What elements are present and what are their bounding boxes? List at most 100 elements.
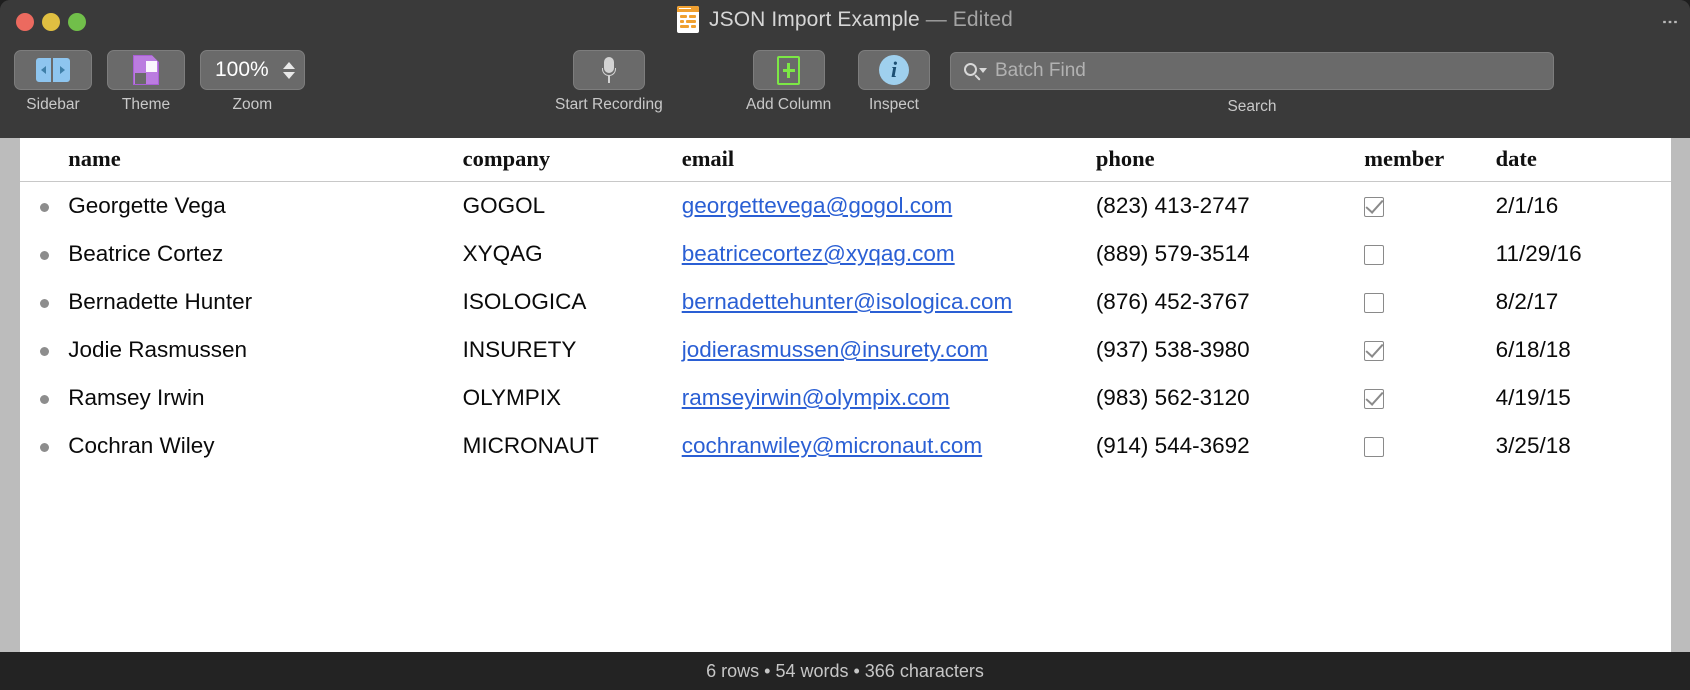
search-group: Batch Find Search <box>950 52 1554 90</box>
document-area: name company email phone member date Geo… <box>0 138 1690 652</box>
cell-phone-text: (889) 579-3514 <box>1096 241 1250 266</box>
statusbar: 6 rows • 54 words • 366 characters <box>0 652 1690 690</box>
cell-name[interactable]: Bernadette Hunter <box>68 278 462 326</box>
page-title: JSON Import Example — Edited <box>709 8 1013 32</box>
toolbar-inspect-group: i Inspect <box>858 50 930 114</box>
cell-name-text: Georgette Vega <box>68 193 226 218</box>
cell-phone[interactable]: (914) 544-3692 <box>1096 422 1364 470</box>
chevron-up-icon[interactable] <box>283 62 295 69</box>
row-bullet <box>20 182 68 231</box>
cell-date[interactable]: 2/1/16 <box>1496 182 1671 231</box>
sidebar-button[interactable] <box>14 50 92 90</box>
cell-member[interactable] <box>1364 230 1495 278</box>
cell-company-text: XYQAG <box>463 241 543 266</box>
table-header-row: name company email phone member date <box>20 138 1671 182</box>
theme-button[interactable] <box>107 50 185 90</box>
cell-email[interactable]: bernadettehunter@isologica.com <box>682 278 1096 326</box>
cell-phone[interactable]: (983) 562-3120 <box>1096 374 1364 422</box>
cell-company[interactable]: MICRONAUT <box>463 422 682 470</box>
cell-name-text: Bernadette Hunter <box>68 289 252 314</box>
close-window-button[interactable] <box>16 13 34 31</box>
table-row[interactable]: Georgette Vega GOGOL georgettevega@gogol.c… <box>20 182 1671 231</box>
search-field[interactable]: Batch Find <box>950 52 1554 90</box>
table-sheet[interactable]: name company email phone member date Geo… <box>20 138 1671 652</box>
cell-email-text[interactable]: ramseyirwin@olympix.com <box>682 385 950 410</box>
cell-date[interactable]: 3/25/18 <box>1496 422 1671 470</box>
column-header-email[interactable]: email <box>682 138 1096 182</box>
cell-phone[interactable]: (823) 413-2747 <box>1096 182 1364 231</box>
checkbox-unchecked-icon[interactable] <box>1364 437 1384 457</box>
search-icon[interactable] <box>963 62 987 80</box>
cell-phone[interactable]: (937) 538-3980 <box>1096 326 1364 374</box>
cell-phone[interactable]: (889) 579-3514 <box>1096 230 1364 278</box>
zoom-stepper[interactable]: 100% <box>200 50 305 90</box>
cell-email[interactable]: jodierasmussen@insurety.com <box>682 326 1096 374</box>
checkbox-checked-icon[interactable] <box>1364 197 1384 217</box>
search-input-placeholder[interactable]: Batch Find <box>995 60 1086 82</box>
cell-email-text[interactable]: cochranwiley@micronaut.com <box>682 433 982 458</box>
column-header-date[interactable]: date <box>1496 138 1671 182</box>
inspect-button[interactable]: i <box>858 50 930 90</box>
cell-email[interactable]: cochranwiley@micronaut.com <box>682 422 1096 470</box>
cell-phone-text: (983) 562-3120 <box>1096 385 1250 410</box>
stepper-icon[interactable] <box>283 62 295 79</box>
row-bullet <box>20 422 68 470</box>
cell-name[interactable]: Jodie Rasmussen <box>68 326 462 374</box>
row-bullet <box>20 374 68 422</box>
cell-name-text: Ramsey Irwin <box>68 385 204 410</box>
table-row[interactable]: Cochran WileyMICRONAUTcochranwiley@micro… <box>20 422 1671 470</box>
cell-name[interactable]: Cochran Wiley <box>68 422 462 470</box>
cell-date[interactable]: 8/2/17 <box>1496 278 1671 326</box>
checkbox-checked-icon[interactable] <box>1364 389 1384 409</box>
cell-member[interactable] <box>1364 278 1495 326</box>
table-row[interactable]: Ramsey Irwin OLYMPIXramseyirwin@olympix.c… <box>20 374 1671 422</box>
cell-email-text[interactable]: beatricecortez@xyqag.com <box>682 241 955 266</box>
checkbox-checked-icon[interactable] <box>1364 341 1384 361</box>
column-header-member[interactable]: member <box>1364 138 1495 182</box>
cell-email[interactable]: georgettevega@gogol.com <box>682 182 1096 231</box>
cell-name[interactable]: Beatrice Cortez <box>68 230 462 278</box>
bullet-icon <box>40 443 49 452</box>
column-header-phone[interactable]: phone <box>1096 138 1364 182</box>
table-row[interactable]: Beatrice CortezXYQAG beatricecortez@xyqag… <box>20 230 1671 278</box>
cell-date[interactable]: 11/29/16 <box>1496 230 1671 278</box>
cell-name[interactable]: Ramsey Irwin <box>68 374 462 422</box>
cell-date-text: 8/2/17 <box>1496 289 1559 314</box>
minimize-window-button[interactable] <box>42 13 60 31</box>
zoom-window-button[interactable] <box>68 13 86 31</box>
cell-member[interactable] <box>1364 422 1495 470</box>
cell-email-text[interactable]: bernadettehunter@isologica.com <box>682 289 1013 314</box>
cell-company[interactable]: OLYMPIX <box>463 374 682 422</box>
more-options-icon[interactable]: ⋮ <box>1662 14 1676 30</box>
cell-name[interactable]: Georgette Vega <box>68 182 462 231</box>
table-row[interactable]: Jodie RasmussenINSURETYjodierasmussen@in… <box>20 326 1671 374</box>
column-header-company[interactable]: company <box>463 138 682 182</box>
sidebar-button-label: Sidebar <box>26 96 79 114</box>
info-icon: i <box>879 55 909 85</box>
column-header-name[interactable]: name <box>68 138 462 182</box>
cell-email[interactable]: beatricecortez@xyqag.com <box>682 230 1096 278</box>
checkbox-unchecked-icon[interactable] <box>1364 245 1384 265</box>
cell-member[interactable] <box>1364 374 1495 422</box>
cell-email-text[interactable]: georgettevega@gogol.com <box>682 193 953 218</box>
add-column-button[interactable] <box>753 50 825 90</box>
cell-member[interactable] <box>1364 326 1495 374</box>
cell-member[interactable] <box>1364 182 1495 231</box>
right-scrollbar[interactable] <box>1671 138 1690 652</box>
cell-company[interactable]: ISOLOGICA <box>463 278 682 326</box>
chevron-down-icon[interactable] <box>283 72 295 79</box>
cell-phone[interactable]: (876) 452-3767 <box>1096 278 1364 326</box>
table-row[interactable]: Bernadette Hunter ISOLOGICAbernadettehunt… <box>20 278 1671 326</box>
cell-company[interactable]: GOGOL <box>463 182 682 231</box>
cell-company[interactable]: INSURETY <box>463 326 682 374</box>
cell-email-text[interactable]: jodierasmussen@insurety.com <box>682 337 988 362</box>
start-recording-label: Start Recording <box>555 96 663 114</box>
start-recording-button[interactable] <box>573 50 645 90</box>
checkbox-unchecked-icon[interactable] <box>1364 293 1384 313</box>
cell-company-text: GOGOL <box>463 193 546 218</box>
cell-date[interactable]: 6/18/18 <box>1496 326 1671 374</box>
cell-company[interactable]: XYQAG <box>463 230 682 278</box>
toolbar-zoom-group: 100% Zoom <box>200 50 305 114</box>
cell-email[interactable]: ramseyirwin@olympix.com <box>682 374 1096 422</box>
cell-date[interactable]: 4/19/15 <box>1496 374 1671 422</box>
